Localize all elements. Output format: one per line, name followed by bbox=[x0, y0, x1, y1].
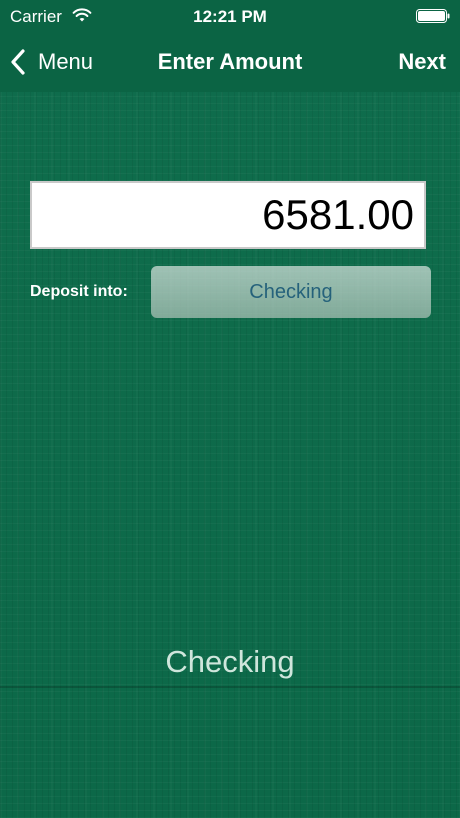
amount-value: 6581.00 bbox=[262, 191, 414, 238]
nav-bar: Menu Enter Amount Next bbox=[0, 34, 460, 92]
deposit-account-select[interactable]: Checking bbox=[151, 266, 431, 318]
page-title: Enter Amount bbox=[157, 49, 303, 74]
battery-icon bbox=[416, 9, 450, 23]
status-bar: Carrier 12:21 PM bbox=[0, 0, 460, 34]
deposit-into-label: Deposit into: bbox=[30, 283, 128, 300]
divider bbox=[0, 686, 460, 688]
status-time: 12:21 PM bbox=[193, 7, 267, 26]
amount-field[interactable]: 6581.00 bbox=[30, 181, 426, 249]
deposit-account-value: Checking bbox=[249, 280, 333, 303]
next-button[interactable]: Next bbox=[398, 49, 446, 75]
account-display-label: Checking bbox=[165, 644, 295, 679]
